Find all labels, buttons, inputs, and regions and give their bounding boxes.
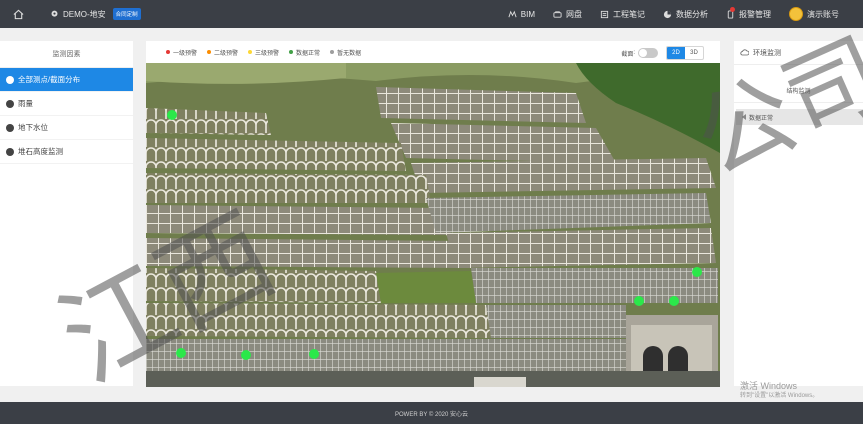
view-controls: 截面: 2D 3D xyxy=(621,46,704,60)
right-panel: 环境监测 结构监测 数据正常 xyxy=(734,41,863,386)
nav-bim[interactable]: BIM xyxy=(508,10,535,19)
chart-pie-icon xyxy=(663,10,672,18)
legend-item-level1: 一级预警 xyxy=(166,48,197,57)
nav-alarm-management-label: 报警管理 xyxy=(739,9,771,19)
nav-data-analysis-label: 数据分析 xyxy=(676,9,708,19)
activation-title: 激活 Windows xyxy=(740,381,798,391)
legend-item-level3: 三级预警 xyxy=(248,48,279,57)
view-mode-switch: 2D 3D xyxy=(666,46,704,60)
view-2d-button[interactable]: 2D xyxy=(667,47,685,59)
monitoring-point[interactable] xyxy=(309,349,319,359)
slope-scene-svg xyxy=(146,63,720,387)
environment-monitoring-title: 环境监测 xyxy=(753,49,781,57)
nav-cloud-disk-label: 网盘 xyxy=(566,9,582,19)
avatar xyxy=(789,7,803,21)
factor-item-all-points[interactable]: 全部测点/截面分布 xyxy=(0,68,133,92)
home-button[interactable] xyxy=(0,0,36,28)
nav-alarm-management[interactable]: 报警管理 xyxy=(726,6,771,20)
user-name: 演示账号 xyxy=(807,9,839,19)
factor-icon xyxy=(6,123,14,132)
project-selector[interactable]: DEMO-地安 合同定制 xyxy=(50,8,141,20)
project-name: DEMO-地安 xyxy=(63,9,106,19)
project-tag: 合同定制 xyxy=(112,8,141,20)
monitoring-point[interactable] xyxy=(634,296,644,306)
monitoring-point[interactable] xyxy=(167,110,177,120)
alarm-badge xyxy=(730,6,735,12)
structure-monitoring-title: 结构监测 xyxy=(734,79,863,103)
home-icon xyxy=(13,9,23,19)
factor-item-label: 地下水位 xyxy=(18,123,48,132)
factor-icon xyxy=(6,147,14,156)
top-nav: BIM 网盘 工程笔记 数据分析 报警管理 演示账号 xyxy=(508,0,863,28)
legend-item-normal: 数据正常 xyxy=(289,48,320,57)
data-normal-filter[interactable]: 数据正常 xyxy=(736,109,863,125)
section-toggle[interactable] xyxy=(638,48,658,58)
legend-item-no-data: 暂无数据 xyxy=(330,48,361,57)
activation-subtitle: 转到"设置"以激活 Windows。 xyxy=(740,393,819,399)
nav-cloud-disk[interactable]: 网盘 xyxy=(553,9,582,20)
environment-monitoring-header[interactable]: 环境监测 xyxy=(734,41,863,65)
monitoring-point[interactable] xyxy=(176,348,186,358)
nav-notebook-label: 工程笔记 xyxy=(613,9,645,19)
section-toggle-label: 截面 xyxy=(621,51,634,58)
factor-item-groundwater[interactable]: 地下水位 xyxy=(0,116,133,140)
bim-icon xyxy=(508,10,517,17)
factor-item-label: 雨量 xyxy=(18,99,33,108)
slope-photo[interactable] xyxy=(146,63,720,387)
monitoring-point[interactable] xyxy=(669,296,679,306)
nav-notebook[interactable]: 工程笔记 xyxy=(600,9,645,20)
factor-item-label: 堆石高度监测 xyxy=(18,147,63,156)
nav-bim-label: BIM xyxy=(520,9,535,19)
factor-item-rainfall[interactable]: 雨量 xyxy=(0,92,133,116)
top-bar: DEMO-地安 合同定制 BIM 网盘 工程笔记 数据分析 报警管理 演示账号 xyxy=(0,0,863,28)
footer-text: POWER BY © 2020 安心云 xyxy=(395,411,468,418)
legend-item-level2: 二级预警 xyxy=(207,48,238,57)
user-menu[interactable]: 演示账号 xyxy=(789,7,839,21)
windows-activation-notice: 激活 Windows 转到"设置"以激活 Windows。 xyxy=(740,381,818,401)
factor-icon xyxy=(6,99,14,108)
factor-icon xyxy=(6,75,14,84)
monitoring-point[interactable] xyxy=(692,267,702,277)
factor-item-rockfill-height[interactable]: 堆石高度监测 xyxy=(0,140,133,164)
panel-title: 监测因素 xyxy=(0,41,133,68)
monitoring-factor-panel: 监测因素 全部测点/截面分布 雨量 地下水位 堆石高度监测 xyxy=(0,41,133,386)
cloud-icon xyxy=(740,49,749,56)
map-panel: 一级预警 二级预警 三级预警 数据正常 暂无数据 截面: 2D 3D xyxy=(146,41,720,387)
notebook-icon xyxy=(600,10,609,18)
cloud-disk-icon xyxy=(553,10,562,18)
factor-item-label: 全部测点/截面分布 xyxy=(18,75,81,84)
footer: POWER BY © 2020 安心云 xyxy=(0,402,863,424)
view-3d-button[interactable]: 3D xyxy=(685,47,703,59)
nav-data-analysis[interactable]: 数据分析 xyxy=(663,9,708,20)
location-pin-icon xyxy=(51,10,58,17)
monitoring-point[interactable] xyxy=(241,350,251,360)
